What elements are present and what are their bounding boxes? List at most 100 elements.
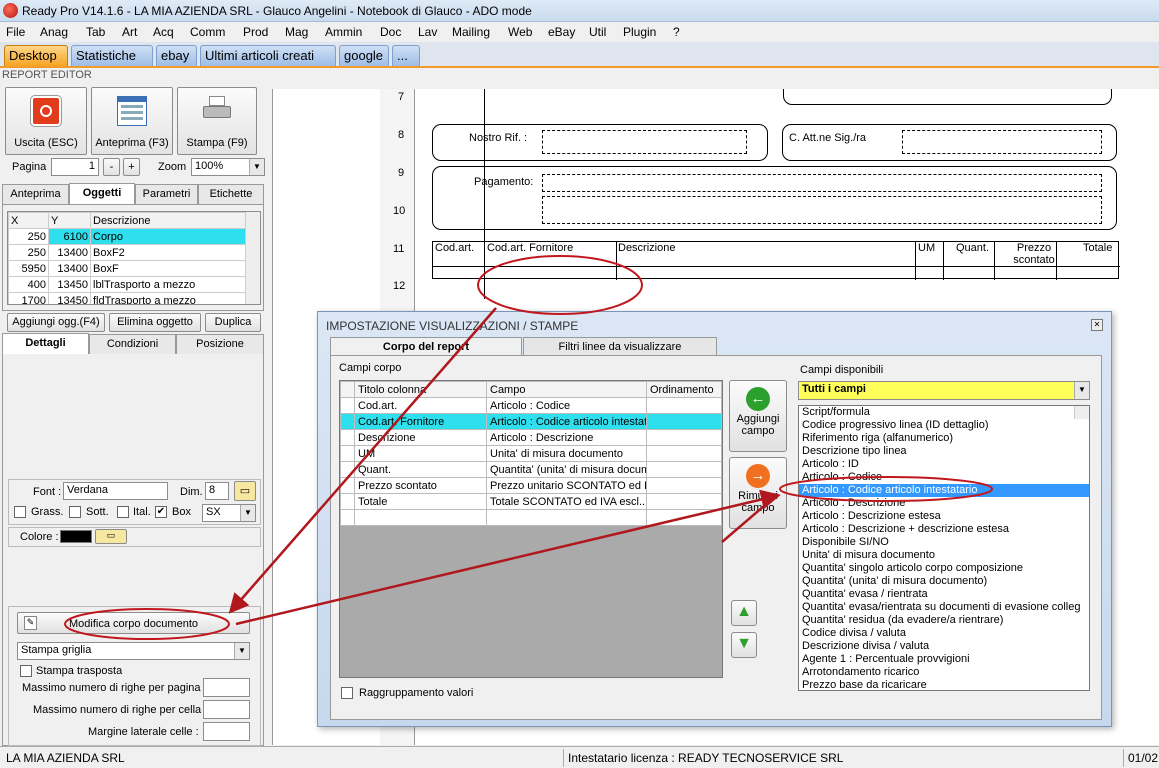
table-row[interactable]: Quant. Quantita' (unita' di misura docum.…	[340, 461, 722, 478]
list-item[interactable]: Unita' di misura documento	[799, 549, 1089, 562]
add-field-button[interactable]: ← Aggiungi campo	[729, 380, 787, 452]
list-item[interactable]: Descrizione tipo linea	[799, 445, 1089, 458]
canvas-box[interactable]	[783, 89, 1112, 105]
avail-filter-select[interactable]: Tutti i campi ▼	[798, 381, 1090, 400]
duplicate-button[interactable]: Duplica	[205, 313, 261, 332]
list-item[interactable]: Riferimento riga (alfanumerico)	[799, 432, 1089, 445]
tab-posizione[interactable]: Posizione	[176, 334, 264, 354]
list-item[interactable]: Disponibile SI/NO	[799, 536, 1089, 549]
list-item[interactable]: Quantita' evasa / rientrata	[799, 588, 1089, 601]
nostro-rif-field[interactable]	[542, 130, 747, 154]
table-row[interactable]: Cod.art. Articolo : Codice	[340, 397, 722, 414]
grid-print-select[interactable]: Stampa griglia ▼	[17, 642, 250, 660]
zoom-select[interactable]: 100% ▼	[191, 158, 265, 176]
page-input[interactable]: 1	[51, 158, 99, 176]
body-table[interactable]: Cod.art. Cod.art. Fornitore Descrizione …	[432, 241, 1120, 280]
dim-input[interactable]: 8	[205, 482, 229, 500]
box-checkbox[interactable]: ✔	[155, 506, 167, 518]
list-item[interactable]: Quantita' (unita' di misura documento)	[799, 575, 1089, 588]
list-item[interactable]: Descrizione divisa / valuta	[799, 640, 1089, 653]
payment-field-2[interactable]	[542, 196, 1102, 224]
list-item[interactable]: Quantita' residua (da evadere/a rientrar…	[799, 614, 1089, 627]
list-item[interactable]: Articolo : Descrizione	[799, 497, 1089, 510]
objects-grid[interactable]: X Y Descrizione 250 6100 Corpo 250 13400 BoxF2…	[7, 211, 261, 305]
tab-google[interactable]: google	[339, 45, 389, 66]
color-picker-icon[interactable]: ▭	[95, 529, 127, 544]
add-object-button[interactable]: Aggiungi ogg.(F4)	[7, 313, 105, 332]
list-scrollbar[interactable]	[1074, 406, 1089, 419]
grid-scrollbar[interactable]	[245, 212, 260, 304]
exit-button[interactable]: Uscita (ESC)	[5, 87, 87, 155]
list-item[interactable]: Quantita' singolo articolo corpo composi…	[799, 562, 1089, 575]
menu-prod[interactable]: Prod	[243, 25, 268, 39]
align-select[interactable]: SX ▼	[202, 504, 256, 522]
list-item[interactable]: Prezzo base da ricaricare	[799, 679, 1089, 690]
menu-mag[interactable]: Mag	[285, 25, 308, 39]
margin-input[interactable]	[203, 722, 250, 741]
page-plus-button[interactable]: +	[123, 158, 140, 176]
transposed-checkbox[interactable]	[20, 665, 32, 677]
color-swatch[interactable]	[60, 530, 92, 543]
max-rows-cell-input[interactable]	[203, 700, 250, 719]
close-icon[interactable]: ✕	[1091, 319, 1103, 331]
grouping-checkbox[interactable]	[341, 687, 353, 699]
list-item[interactable]: Quantita' evasa/rientrata su documenti d…	[799, 601, 1089, 614]
list-item[interactable]: Codice divisa / valuta	[799, 627, 1089, 640]
menu-acq[interactable]: Acq	[153, 25, 174, 39]
font-input[interactable]: Verdana	[63, 482, 168, 500]
tab-more[interactable]: ...	[392, 45, 420, 66]
menu-ammin[interactable]: Ammin	[325, 25, 362, 39]
move-down-icon[interactable]: ▼	[731, 632, 757, 658]
table-row[interactable]: Totale Totale SCONTATO ed IVA escl...	[340, 493, 722, 510]
table-row[interactable]: 250 6100 Corpo	[8, 228, 246, 245]
menu-tab[interactable]: Tab	[86, 25, 105, 39]
tab-etichette[interactable]: Etichette	[198, 184, 264, 204]
list-item[interactable]: Articolo : ID	[799, 458, 1089, 471]
list-item[interactable]: Articolo : Codice articolo intestatario	[799, 484, 1089, 497]
tab-oggetti[interactable]: Oggetti	[69, 183, 135, 205]
list-item[interactable]: Agente 1 : Percentuale provvigioni	[799, 653, 1089, 666]
tab-anteprima[interactable]: Anteprima	[2, 184, 69, 204]
tab-filtri-linee[interactable]: Filtri linee da visualizzare	[523, 337, 717, 357]
menu-plugin[interactable]: Plugin	[623, 25, 656, 39]
menu-art[interactable]: Art	[122, 25, 137, 39]
bold-checkbox[interactable]	[14, 506, 26, 518]
list-item[interactable]: Articolo : Descrizione + descrizione est…	[799, 523, 1089, 536]
menu-ebay[interactable]: eBay	[548, 25, 575, 39]
list-item[interactable]: Codice progressivo linea (ID dettaglio)	[799, 419, 1089, 432]
menu-file[interactable]: File	[6, 25, 25, 39]
payment-field-1[interactable]	[542, 174, 1102, 192]
print-button[interactable]: Stampa (F9)	[177, 87, 257, 155]
tab-statistiche[interactable]: Statistiche	[71, 45, 153, 66]
table-row[interactable]: 1700 13450 fldTrasporto a mezzo	[8, 292, 246, 304]
tab-condizioni[interactable]: Condizioni	[89, 334, 176, 354]
menu-lav[interactable]: Lav	[418, 25, 437, 39]
menu-comm[interactable]: Comm	[190, 25, 225, 39]
list-item[interactable]: Script/formula	[799, 406, 1089, 419]
menu-web[interactable]: Web	[508, 25, 532, 39]
folder-icon[interactable]: ▭	[234, 481, 256, 501]
menu-doc[interactable]: Doc	[380, 25, 401, 39]
table-row[interactable]: 5950 13400 BoxF	[8, 260, 246, 277]
tab-dettagli[interactable]: Dettagli	[2, 333, 89, 355]
tab-ebay[interactable]: ebay	[156, 45, 197, 66]
delete-object-button[interactable]: Elimina oggetto	[109, 313, 201, 332]
move-up-icon[interactable]: ▲	[731, 600, 757, 626]
columns-grid[interactable]: Titolo colonna Campo Ordinamento Cod.art. A…	[339, 380, 723, 678]
list-item[interactable]: Arrotondamento ricarico	[799, 666, 1089, 679]
list-item[interactable]: Articolo : Codice	[799, 471, 1089, 484]
tab-parametri[interactable]: Parametri	[135, 184, 198, 204]
list-item[interactable]: Articolo : Descrizione estesa	[799, 510, 1089, 523]
menu-anag[interactable]: Anag	[40, 25, 68, 39]
edit-body-button[interactable]: ✎ Modifica corpo documento	[17, 612, 250, 634]
table-row[interactable]: 400 13450 lblTrasporto a mezzo	[8, 276, 246, 293]
tab-ultimi-articoli[interactable]: Ultimi articoli creati	[200, 45, 336, 66]
table-row[interactable]: Descrizione Articolo : Descrizione	[340, 429, 722, 446]
remove-field-button[interactable]: → Rimuovi campo	[729, 457, 787, 529]
menu-util[interactable]: Util	[589, 25, 606, 39]
page-minus-button[interactable]: -	[103, 158, 120, 176]
preview-button[interactable]: Anteprima (F3)	[91, 87, 173, 155]
underline-checkbox[interactable]	[69, 506, 81, 518]
table-row[interactable]: Prezzo scontato Prezzo unitario SCONTATO …	[340, 477, 722, 494]
table-row[interactable]: UM Unita' di misura documento	[340, 445, 722, 462]
